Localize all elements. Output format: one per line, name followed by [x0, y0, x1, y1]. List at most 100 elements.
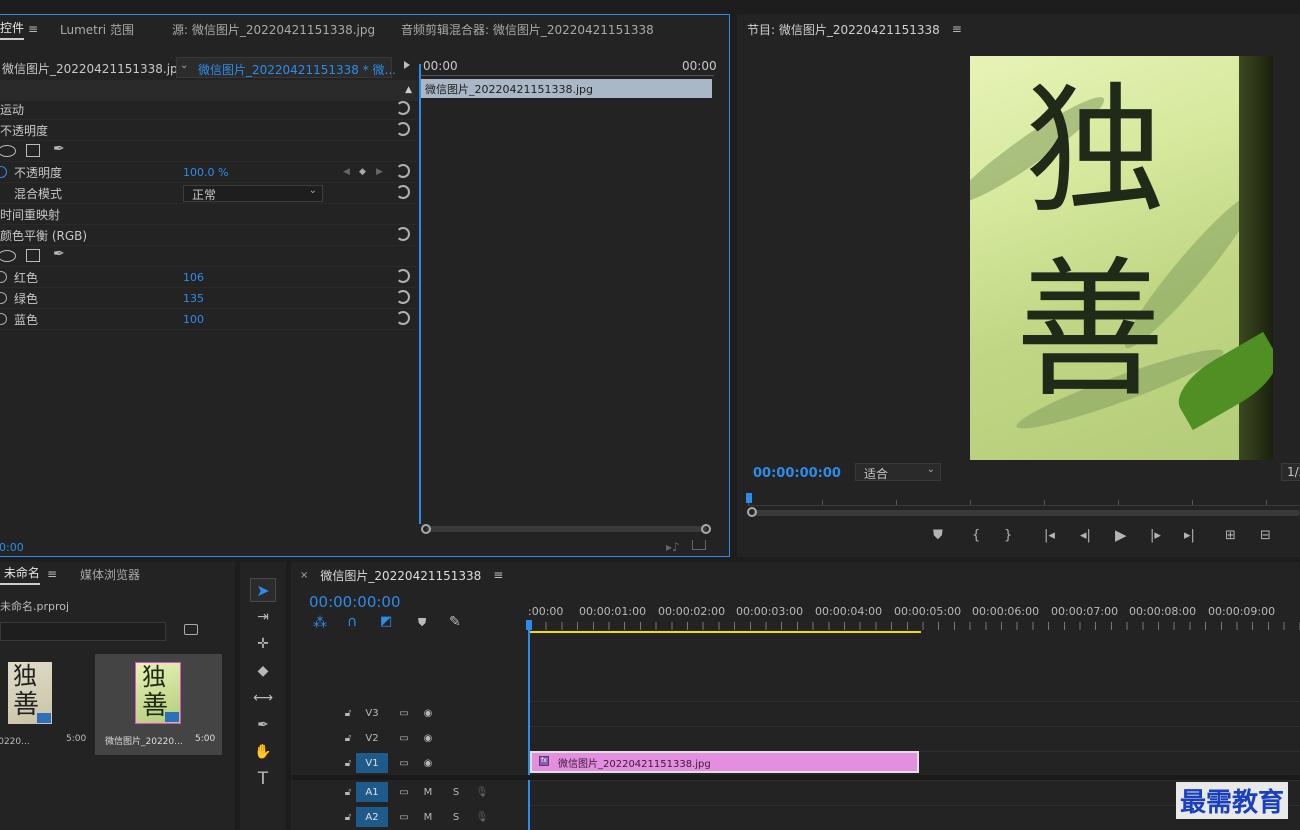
blend-mode-select[interactable]: 正常 ⌄ — [183, 185, 323, 202]
ec-playhead[interactable] — [419, 64, 421, 524]
razor-tool-icon[interactable]: ◆ — [250, 659, 276, 683]
ellipse-mask-icon[interactable] — [0, 145, 16, 157]
reset-icon[interactable] — [396, 122, 410, 136]
snap-magnet-icon[interactable]: ∩ — [347, 614, 357, 630]
project-item-2[interactable]: 独 善 微信图片_20220... 5:00 — [95, 654, 222, 755]
tab-project[interactable]: 项目: 未命名 — [0, 564, 40, 585]
fit-dropdown[interactable]: 适合 ⌄ — [855, 463, 941, 481]
reset-icon[interactable] — [396, 185, 410, 199]
red-value[interactable]: 106 — [183, 271, 204, 284]
project-search-input[interactable] — [0, 622, 166, 641]
selection-tool-icon[interactable]: ➤ — [250, 578, 276, 602]
tab-media-browser[interactable]: 媒体浏览器 — [80, 566, 140, 583]
opacity-row[interactable]: 不透明度 100.0 % ◀ ◆ ▶ — [0, 162, 418, 183]
wrench-icon[interactable]: ✎ — [449, 614, 461, 630]
ec-scrollbar[interactable] — [426, 526, 707, 532]
program-playhead[interactable] — [746, 493, 752, 503]
green-row[interactable]: 绿色 135 — [0, 288, 418, 309]
sequence-clip-dropdown[interactable]: ⌄ 微信图片_20220421151338 * 微... — [176, 57, 396, 78]
blue-value[interactable]: 100 — [183, 313, 204, 326]
timeline-timecode[interactable]: 00:00:00:00 — [309, 593, 401, 611]
project-item-1[interactable]: 独 善 微信图片_20220... 5:00 — [0, 654, 92, 755]
stopwatch-icon[interactable] — [0, 271, 7, 283]
work-area-bar[interactable] — [530, 631, 921, 633]
panel-menu-icon[interactable]: ≡ — [28, 22, 38, 36]
add-marker-icon[interactable]: ⛊ — [418, 616, 426, 630]
eye-icon[interactable]: ◉ — [412, 753, 444, 773]
track-target-a1[interactable]: A1 — [356, 782, 388, 802]
close-icon[interactable]: × — [300, 570, 308, 581]
reset-icon[interactable] — [396, 311, 410, 325]
prev-keyframe-icon[interactable]: ◀ — [343, 167, 350, 177]
hand-tool-icon[interactable]: ✋ — [250, 740, 276, 764]
program-monitor-title[interactable]: 节目: 微信图片_20220421151338 — [747, 21, 940, 38]
extract-icon[interactable]: ⊟ — [1260, 528, 1271, 543]
ellipse-mask-icon[interactable] — [0, 250, 16, 262]
lift-icon[interactable]: ⊞ — [1225, 528, 1236, 543]
timeline-clip-v1[interactable]: fx 微信图片_20220421151338.jpg — [530, 751, 919, 773]
share-icon[interactable] — [692, 540, 706, 550]
timeline-ruler-ticks[interactable] — [530, 622, 1300, 630]
time-remap-row[interactable]: 时间重映射 — [0, 204, 418, 225]
pen-mask-icon[interactable]: ✒ — [53, 141, 65, 157]
tab-audio-mixer[interactable]: 音频剪辑混合器: 微信图片_20220421151338 — [401, 21, 654, 38]
next-keyframe-icon[interactable]: ▶ — [376, 167, 383, 177]
go-to-in-icon[interactable]: |◂ — [1044, 528, 1055, 543]
program-video-frame[interactable]: 独 善 — [970, 56, 1273, 460]
reset-icon[interactable] — [396, 269, 410, 283]
blue-row[interactable]: 蓝色 100 — [0, 309, 418, 330]
play-icon[interactable]: ▶ — [1115, 526, 1127, 544]
stopwatch-icon[interactable] — [0, 313, 7, 325]
master-clip-label[interactable]: 微信图片_20220421151338.jpg — [2, 60, 185, 77]
tab-effect-controls[interactable]: 效果控件 — [0, 19, 25, 40]
stopwatch-icon[interactable] — [0, 166, 7, 178]
tab-source[interactable]: 源: 微信图片_20220421151338.jpg — [172, 21, 375, 38]
mark-out-icon[interactable]: } — [1004, 528, 1012, 543]
go-to-out-icon[interactable]: ▸| — [1184, 528, 1195, 543]
rectangle-mask-icon[interactable] — [26, 144, 40, 157]
panel-menu-icon[interactable]: ≡ — [493, 568, 503, 582]
collapse-up-icon[interactable]: ▲ — [405, 85, 412, 95]
microphone-icon[interactable]: 🎙︎ — [466, 807, 498, 827]
track-target-v3[interactable]: V3 — [356, 703, 388, 723]
eye-icon[interactable]: ◉ — [412, 703, 444, 723]
motion-row[interactable]: 运动 — [0, 99, 418, 120]
step-back-icon[interactable]: ◂| — [1080, 528, 1091, 543]
track-target-v1[interactable]: V1 — [356, 753, 388, 773]
linked-selection-icon[interactable]: ◩ — [380, 614, 392, 629]
program-ruler[interactable] — [748, 492, 1300, 506]
opacity-value[interactable]: 100.0 % — [183, 166, 228, 179]
opacity-group-row[interactable]: 不透明度 — [0, 120, 418, 141]
sequence-tab[interactable]: 微信图片_20220421151338 — [320, 567, 481, 584]
blend-mode-row[interactable]: 混合模式 正常 ⌄ — [0, 183, 418, 204]
color-balance-row[interactable]: 颜色平衡 (RGB) — [0, 225, 418, 246]
reset-icon[interactable] — [396, 101, 410, 115]
type-tool-icon[interactable]: T — [250, 767, 276, 791]
track-target-a2[interactable]: A2 — [356, 807, 388, 827]
tab-lumetri-scopes[interactable]: Lumetri 范围 — [60, 21, 134, 38]
pen-mask-icon[interactable]: ✒ — [53, 246, 65, 262]
resolution-dropdown[interactable]: 1/2 — [1281, 463, 1300, 481]
add-keyframe-icon[interactable]: ◆ — [359, 167, 366, 177]
rectangle-mask-icon[interactable] — [26, 249, 40, 262]
track-select-tool-icon[interactable]: ⇥ — [250, 605, 276, 629]
green-value[interactable]: 135 — [183, 292, 204, 305]
program-timecode[interactable]: 00:00:00:00 — [753, 466, 841, 481]
panel-menu-icon[interactable]: ≡ — [47, 567, 57, 581]
scroll-handle-left[interactable] — [421, 524, 431, 534]
reset-icon[interactable] — [396, 227, 410, 241]
track-lane-v3[interactable] — [530, 701, 1300, 725]
mark-in-icon[interactable]: { — [972, 528, 980, 543]
reset-icon[interactable] — [396, 164, 410, 178]
microphone-icon[interactable]: 🎙︎ — [466, 782, 498, 802]
timeline-playhead-head[interactable] — [526, 620, 532, 630]
nest-toggle-icon[interactable]: ⁂ — [313, 615, 327, 631]
add-marker-icon[interactable]: ⛊ — [933, 528, 943, 543]
play-triangle-icon[interactable] — [404, 61, 410, 69]
step-forward-icon[interactable]: |▸ — [1150, 528, 1161, 543]
reset-icon[interactable] — [396, 290, 410, 304]
ec-clip-bar[interactable]: 微信图片_20220421151338.jpg — [421, 79, 712, 98]
ripple-edit-tool-icon[interactable]: ✛ — [250, 632, 276, 656]
panel-menu-icon[interactable]: ≡ — [952, 22, 962, 36]
pen-tool-icon[interactable]: ✒ — [250, 713, 276, 737]
